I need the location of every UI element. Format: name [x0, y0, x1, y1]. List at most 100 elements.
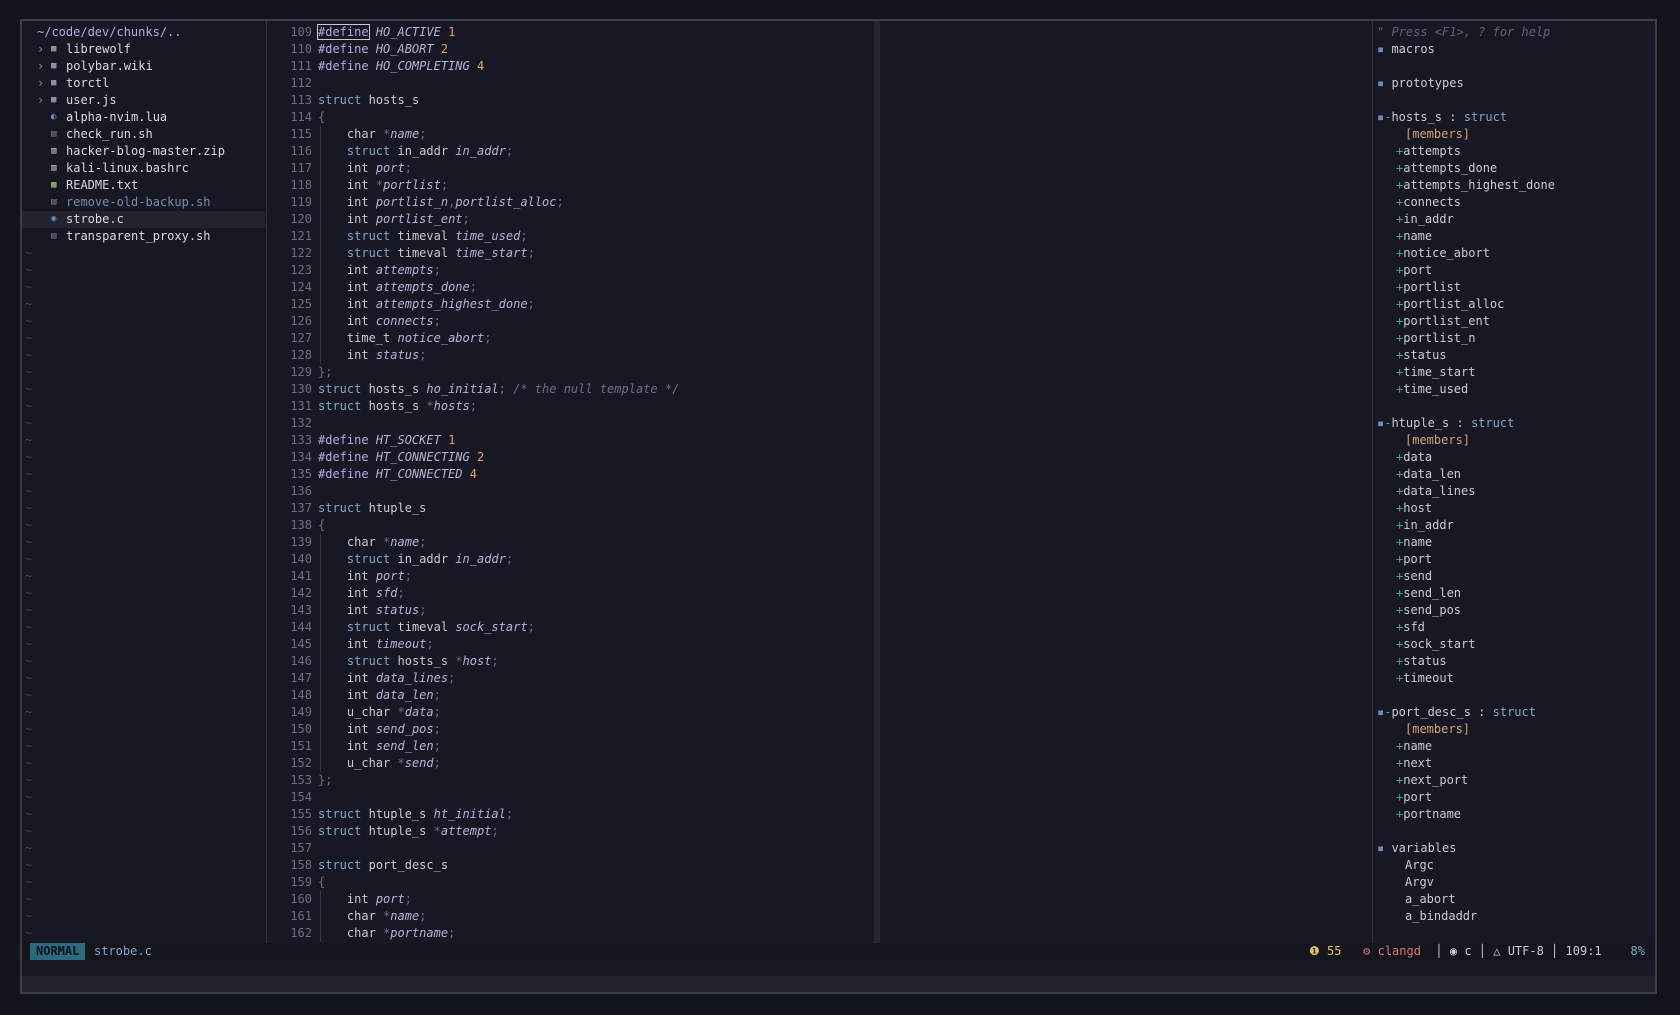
- code-line[interactable]: 130 struct hosts_s ho_initial; /* the nul…: [268, 381, 893, 398]
- code-line[interactable]: 121 struct timeval time_used;: [268, 228, 893, 245]
- tag-group[interactable]: ▪ variables: [1372, 840, 1655, 857]
- code-line[interactable]: 114 {: [268, 109, 893, 126]
- tag-members-header[interactable]: [members]: [1372, 126, 1655, 143]
- code-line[interactable]: 152 u_char *send;: [268, 755, 893, 772]
- tree-root-path[interactable]: ~/code/dev/chunks/..: [22, 24, 265, 41]
- tree-item[interactable]: ◐ alpha-nvim.lua: [22, 109, 265, 126]
- tree-item[interactable]: ◉ strobe.c: [22, 211, 265, 228]
- tag-member[interactable]: +port: [1372, 789, 1655, 806]
- code-line[interactable]: 123 int attempts;: [268, 262, 893, 279]
- code-line[interactable]: 158 struct port_desc_s: [268, 857, 893, 874]
- chevron-right-icon[interactable]: ›: [37, 92, 44, 109]
- code-line[interactable]: 153};: [268, 772, 893, 789]
- code-line[interactable]: 127 time_t notice_abort;: [268, 330, 893, 347]
- code-line[interactable]: 162 char *portname;: [268, 925, 893, 942]
- tree-item[interactable]: › ■ polybar.wiki: [22, 58, 265, 75]
- editor-scrollbar[interactable]: [874, 21, 880, 943]
- tag-member[interactable]: +next: [1372, 755, 1655, 772]
- tag-member[interactable]: +port: [1372, 551, 1655, 568]
- tag-member[interactable]: +name: [1372, 738, 1655, 755]
- code-line[interactable]: 109 #define HO_ACTIVE 1: [268, 24, 893, 41]
- tag-member[interactable]: +portlist: [1372, 279, 1655, 296]
- code-line[interactable]: 113 struct hosts_s: [268, 92, 893, 109]
- chevron-right-icon[interactable]: ›: [37, 41, 44, 58]
- tag-member[interactable]: +notice_abort: [1372, 245, 1655, 262]
- code-line[interactable]: 148 int data_len;: [268, 687, 893, 704]
- tag-group[interactable]: ▪ macros: [1372, 41, 1655, 58]
- command-line[interactable]: [22, 976, 1655, 992]
- tag-member[interactable]: +host: [1372, 500, 1655, 517]
- fold-open-icon[interactable]: ▪-: [1377, 416, 1391, 430]
- tag-variable[interactable]: Argv: [1372, 874, 1655, 891]
- code-line[interactable]: 115 char *name;: [268, 126, 893, 143]
- code-line[interactable]: 136: [268, 483, 893, 500]
- tag-member[interactable]: +send: [1372, 568, 1655, 585]
- code-line[interactable]: 149 u_char *data;: [268, 704, 893, 721]
- code-line[interactable]: 139 char *name;: [268, 534, 893, 551]
- code-line[interactable]: 122 struct timeval time_start;: [268, 245, 893, 262]
- tag-struct[interactable]: ▪-hosts_s : struct: [1372, 109, 1655, 126]
- tag-struct[interactable]: ▪-port_desc_s : struct: [1372, 704, 1655, 721]
- tag-member[interactable]: +time_used: [1372, 381, 1655, 398]
- code-line[interactable]: 110 #define HO_ABORT 2: [268, 41, 893, 58]
- tag-member[interactable]: +in_addr: [1372, 517, 1655, 534]
- tag-member[interactable]: +status: [1372, 347, 1655, 364]
- code-line[interactable]: 147 int data_lines;: [268, 670, 893, 687]
- tag-member[interactable]: +port: [1372, 262, 1655, 279]
- tag-member[interactable]: +attempts_done: [1372, 160, 1655, 177]
- tag-member[interactable]: +attempts: [1372, 143, 1655, 160]
- tag-members-header[interactable]: [members]: [1372, 721, 1655, 738]
- code-line[interactable]: 142 int sfd;: [268, 585, 893, 602]
- chevron-right-icon[interactable]: ›: [37, 58, 44, 75]
- code-line[interactable]: 134 #define HT_CONNECTING 2: [268, 449, 893, 466]
- code-line[interactable]: 131 struct hosts_s *hosts;: [268, 398, 893, 415]
- code-line[interactable]: 119 int portlist_n,portlist_alloc;: [268, 194, 893, 211]
- tree-item[interactable]: › ■ user.js: [22, 92, 265, 109]
- tag-member[interactable]: +portlist_n: [1372, 330, 1655, 347]
- tag-member[interactable]: +portlist_alloc: [1372, 296, 1655, 313]
- code-line[interactable]: 112: [268, 75, 893, 92]
- tag-member[interactable]: +connects: [1372, 194, 1655, 211]
- code-line[interactable]: 137 struct htuple_s: [268, 500, 893, 517]
- fold-open-icon[interactable]: ▪-: [1377, 110, 1391, 124]
- tree-item[interactable]: › ■ librewolf: [22, 41, 265, 58]
- code-line[interactable]: 146 struct hosts_s *host;: [268, 653, 893, 670]
- code-line[interactable]: 161 char *name;: [268, 908, 893, 925]
- tag-group[interactable]: ▪ prototypes: [1372, 75, 1655, 92]
- code-line[interactable]: 111 #define HO_COMPLETING 4: [268, 58, 893, 75]
- tag-member[interactable]: +attempts_highest_done: [1372, 177, 1655, 194]
- fold-marker-icon[interactable]: ▪: [1377, 76, 1391, 90]
- tree-item[interactable]: ▤ check_run.sh: [22, 126, 265, 143]
- code-line[interactable]: 125 int attempts_highest_done;: [268, 296, 893, 313]
- tag-member[interactable]: +data_len: [1372, 466, 1655, 483]
- code-line[interactable]: 140 struct in_addr in_addr;: [268, 551, 893, 568]
- code-line[interactable]: 155 struct htuple_s ht_initial;: [268, 806, 893, 823]
- tag-struct[interactable]: ▪-htuple_s : struct: [1372, 415, 1655, 432]
- code-line[interactable]: 118 int *portlist;: [268, 177, 893, 194]
- code-line[interactable]: 116 struct in_addr in_addr;: [268, 143, 893, 160]
- code-line[interactable]: 144 struct timeval sock_start;: [268, 619, 893, 636]
- code-line[interactable]: 124 int attempts_done;: [268, 279, 893, 296]
- tag-member[interactable]: +data_lines: [1372, 483, 1655, 500]
- tree-item[interactable]: ▦ README.txt: [22, 177, 265, 194]
- tag-member[interactable]: +send_len: [1372, 585, 1655, 602]
- code-line[interactable]: 133 #define HT_SOCKET 1: [268, 432, 893, 449]
- fold-marker-icon[interactable]: ▪: [1377, 841, 1391, 855]
- tag-member[interactable]: +sock_start: [1372, 636, 1655, 653]
- tree-item[interactable]: › ■ torctl: [22, 75, 265, 92]
- tree-item[interactable]: ▥ kali-linux.bashrc: [22, 160, 265, 177]
- code-line[interactable]: 135 #define HT_CONNECTED 4: [268, 466, 893, 483]
- tag-member[interactable]: +time_start: [1372, 364, 1655, 381]
- code-line[interactable]: 128 int status;: [268, 347, 893, 364]
- code-line[interactable]: 117 int port;: [268, 160, 893, 177]
- tag-member[interactable]: +name: [1372, 534, 1655, 551]
- code-line[interactable]: 143 int status;: [268, 602, 893, 619]
- code-line[interactable]: 157: [268, 840, 893, 857]
- code-line[interactable]: 150 int send_pos;: [268, 721, 893, 738]
- code-line[interactable]: 160 int port;: [268, 891, 893, 908]
- tag-member[interactable]: +send_pos: [1372, 602, 1655, 619]
- code-line[interactable]: 138 {: [268, 517, 893, 534]
- tag-member[interactable]: +next_port: [1372, 772, 1655, 789]
- code-line[interactable]: 126 int connects;: [268, 313, 893, 330]
- code-line[interactable]: 159 {: [268, 874, 893, 891]
